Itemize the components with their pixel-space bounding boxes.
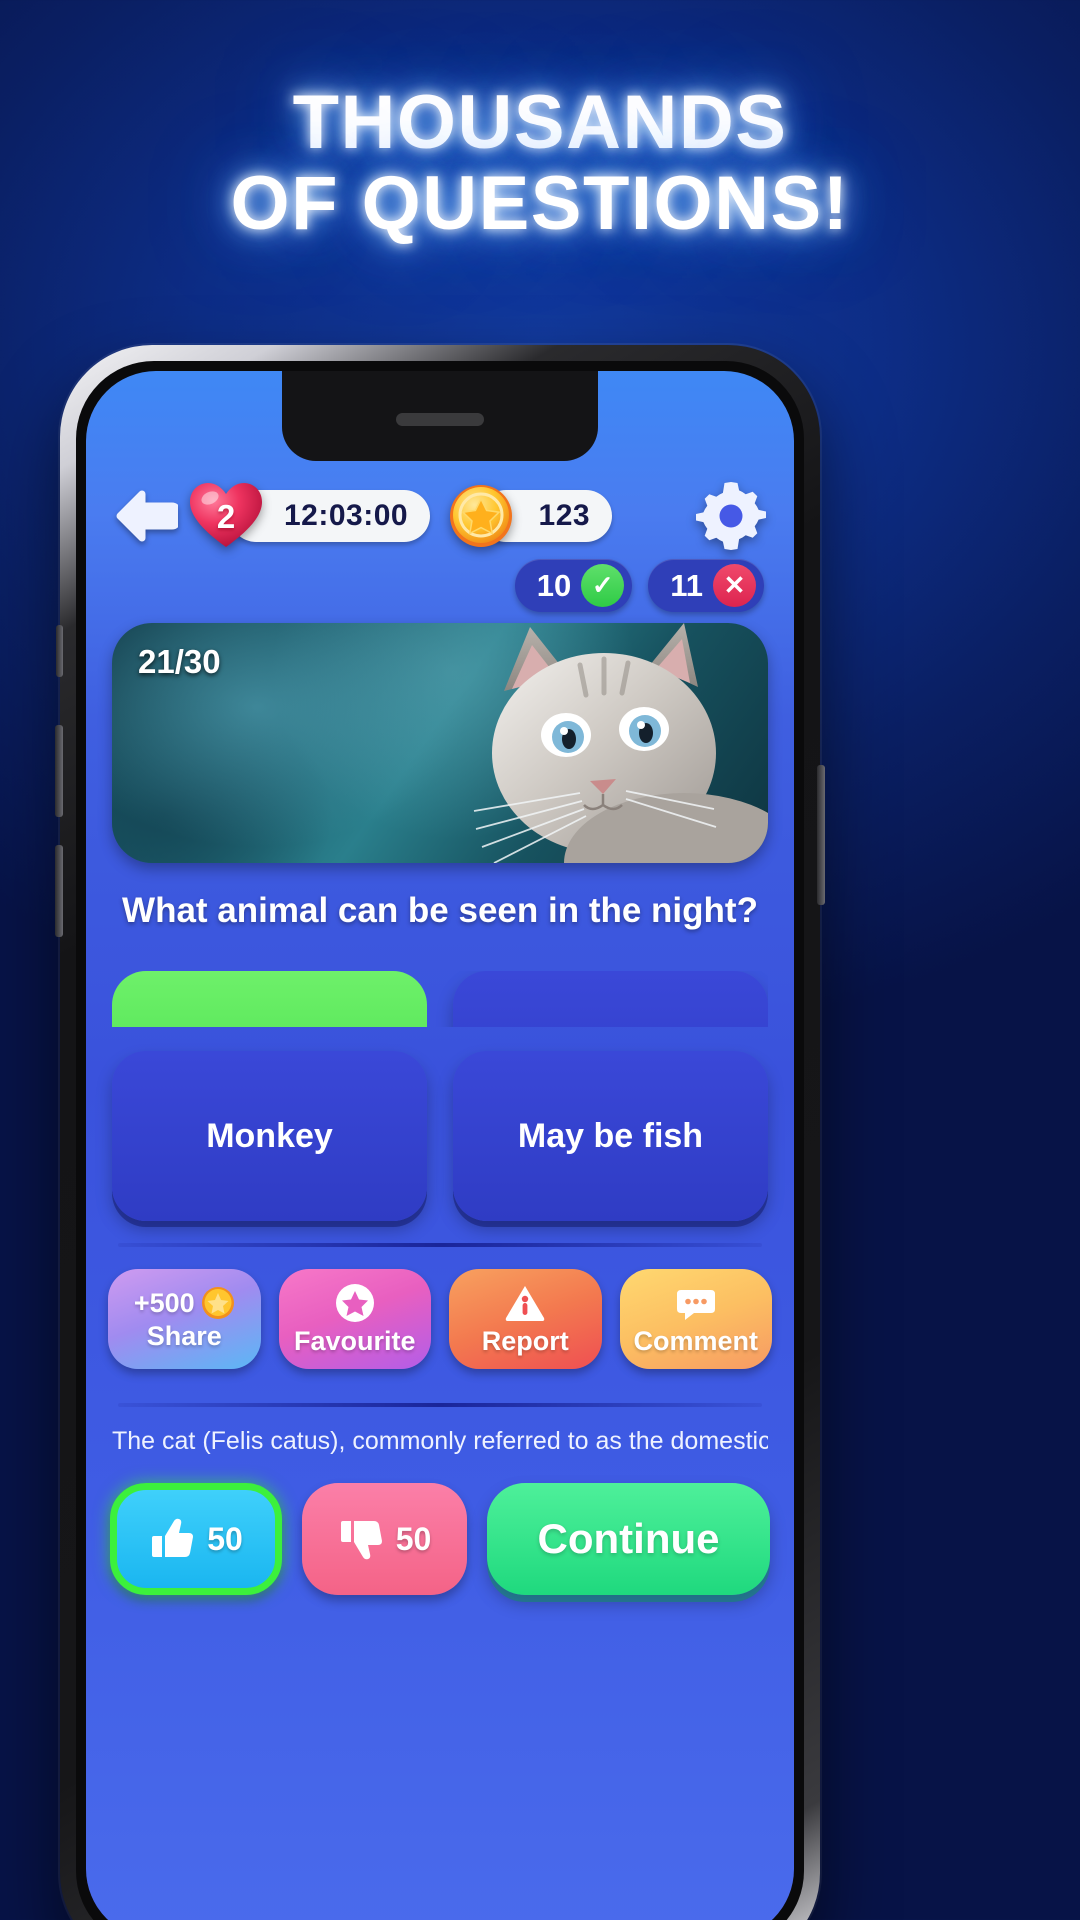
dislike-count: 50	[395, 1520, 432, 1557]
continue-button[interactable]: Continue	[487, 1483, 770, 1595]
share-reward: +500	[134, 1286, 235, 1320]
phone-volume-down-button	[55, 845, 63, 937]
phone-power-button	[817, 765, 825, 905]
earpiece-speaker	[396, 413, 484, 426]
answer-option-2[interactable]	[453, 971, 768, 1027]
share-label: Share	[146, 1321, 222, 1351]
action-buttons: +500 Share Favourite Report Comment	[108, 1269, 772, 1369]
gear-icon[interactable]	[694, 479, 768, 553]
report-label: Report	[481, 1325, 569, 1356]
warning-icon	[506, 1285, 545, 1321]
question-counter: 21/30	[138, 643, 221, 680]
heart-icon[interactable]: 2	[188, 481, 264, 551]
favourite-label: Favourite	[293, 1325, 416, 1356]
divider-bottom	[118, 1403, 762, 1407]
thumbs-down-icon	[340, 1521, 382, 1560]
answer-row-2: Monkey May be fish	[112, 1051, 768, 1221]
comment-button[interactable]: Comment	[619, 1269, 772, 1369]
answer-option-3[interactable]: Monkey	[112, 1051, 427, 1221]
game-hud: 2 12:03:00 123	[86, 479, 794, 553]
share-reward-amount: +500	[133, 1287, 195, 1318]
coin-icon	[201, 1287, 234, 1319]
promo-headline: THOUSANDS OF QUESTIONS!	[0, 82, 1080, 245]
share-button[interactable]: +500 Share	[108, 1269, 261, 1369]
timer-group: 2 12:03:00	[188, 481, 431, 551]
wrong-count: 11	[670, 567, 703, 603]
thumbs-up-icon	[152, 1518, 194, 1557]
score-badges: 10 ✓ 11 ✕	[514, 559, 764, 612]
headline-line-1: THOUSANDS	[292, 80, 788, 165]
phone-volume-up-button	[55, 725, 63, 817]
comment-icon	[676, 1289, 715, 1320]
answer-options: Monkey May be fish	[112, 971, 768, 1221]
timer-value: 12:03:00	[284, 499, 409, 532]
coin-star-icon[interactable]	[448, 483, 514, 549]
phone-mute-switch	[56, 625, 63, 677]
headline-line-2: OF QUESTIONS!	[230, 161, 850, 247]
bottom-bar: 50 50 Continue	[110, 1483, 770, 1595]
cross-icon: ✕	[713, 564, 756, 607]
report-button[interactable]: Report	[449, 1269, 602, 1369]
answer-option-4[interactable]: May be fish	[453, 1051, 768, 1221]
phone-bezel: 2 12:03:00 123 10 ✓ 11 ✕ 21/30 What anim…	[76, 361, 804, 1920]
app-screen: 2 12:03:00 123 10 ✓ 11 ✕ 21/30 What anim…	[86, 371, 794, 1920]
phone-mockup: 2 12:03:00 123 10 ✓ 11 ✕ 21/30 What anim…	[55, 345, 825, 1920]
correct-count: 10	[536, 567, 572, 603]
question-text: What animal can be seen in the night?	[122, 891, 758, 930]
divider-top	[118, 1243, 762, 1247]
phone-notch	[282, 371, 598, 461]
question-image: 21/30	[112, 623, 768, 863]
comment-label: Comment	[633, 1325, 758, 1356]
favourite-button[interactable]: Favourite	[278, 1269, 431, 1369]
cat-photo	[473, 623, 768, 863]
check-icon: ✓	[581, 564, 625, 607]
like-button[interactable]: 50	[110, 1483, 282, 1595]
star-icon	[335, 1283, 374, 1322]
lives-count: 2	[216, 498, 236, 535]
fact-text: The cat (Felis catus), commonly referred…	[112, 1427, 768, 1455]
wrong-score-badge: 11 ✕	[648, 559, 764, 612]
dislike-button[interactable]: 50	[302, 1483, 467, 1595]
correct-score-badge: 10 ✓	[514, 559, 633, 612]
back-arrow-icon[interactable]	[112, 488, 178, 544]
coins-group: 123	[448, 483, 613, 549]
answer-option-1[interactable]	[112, 971, 427, 1027]
like-count: 50	[207, 1520, 243, 1557]
answer-row-1	[112, 971, 768, 1027]
coins-count: 123	[538, 499, 591, 532]
